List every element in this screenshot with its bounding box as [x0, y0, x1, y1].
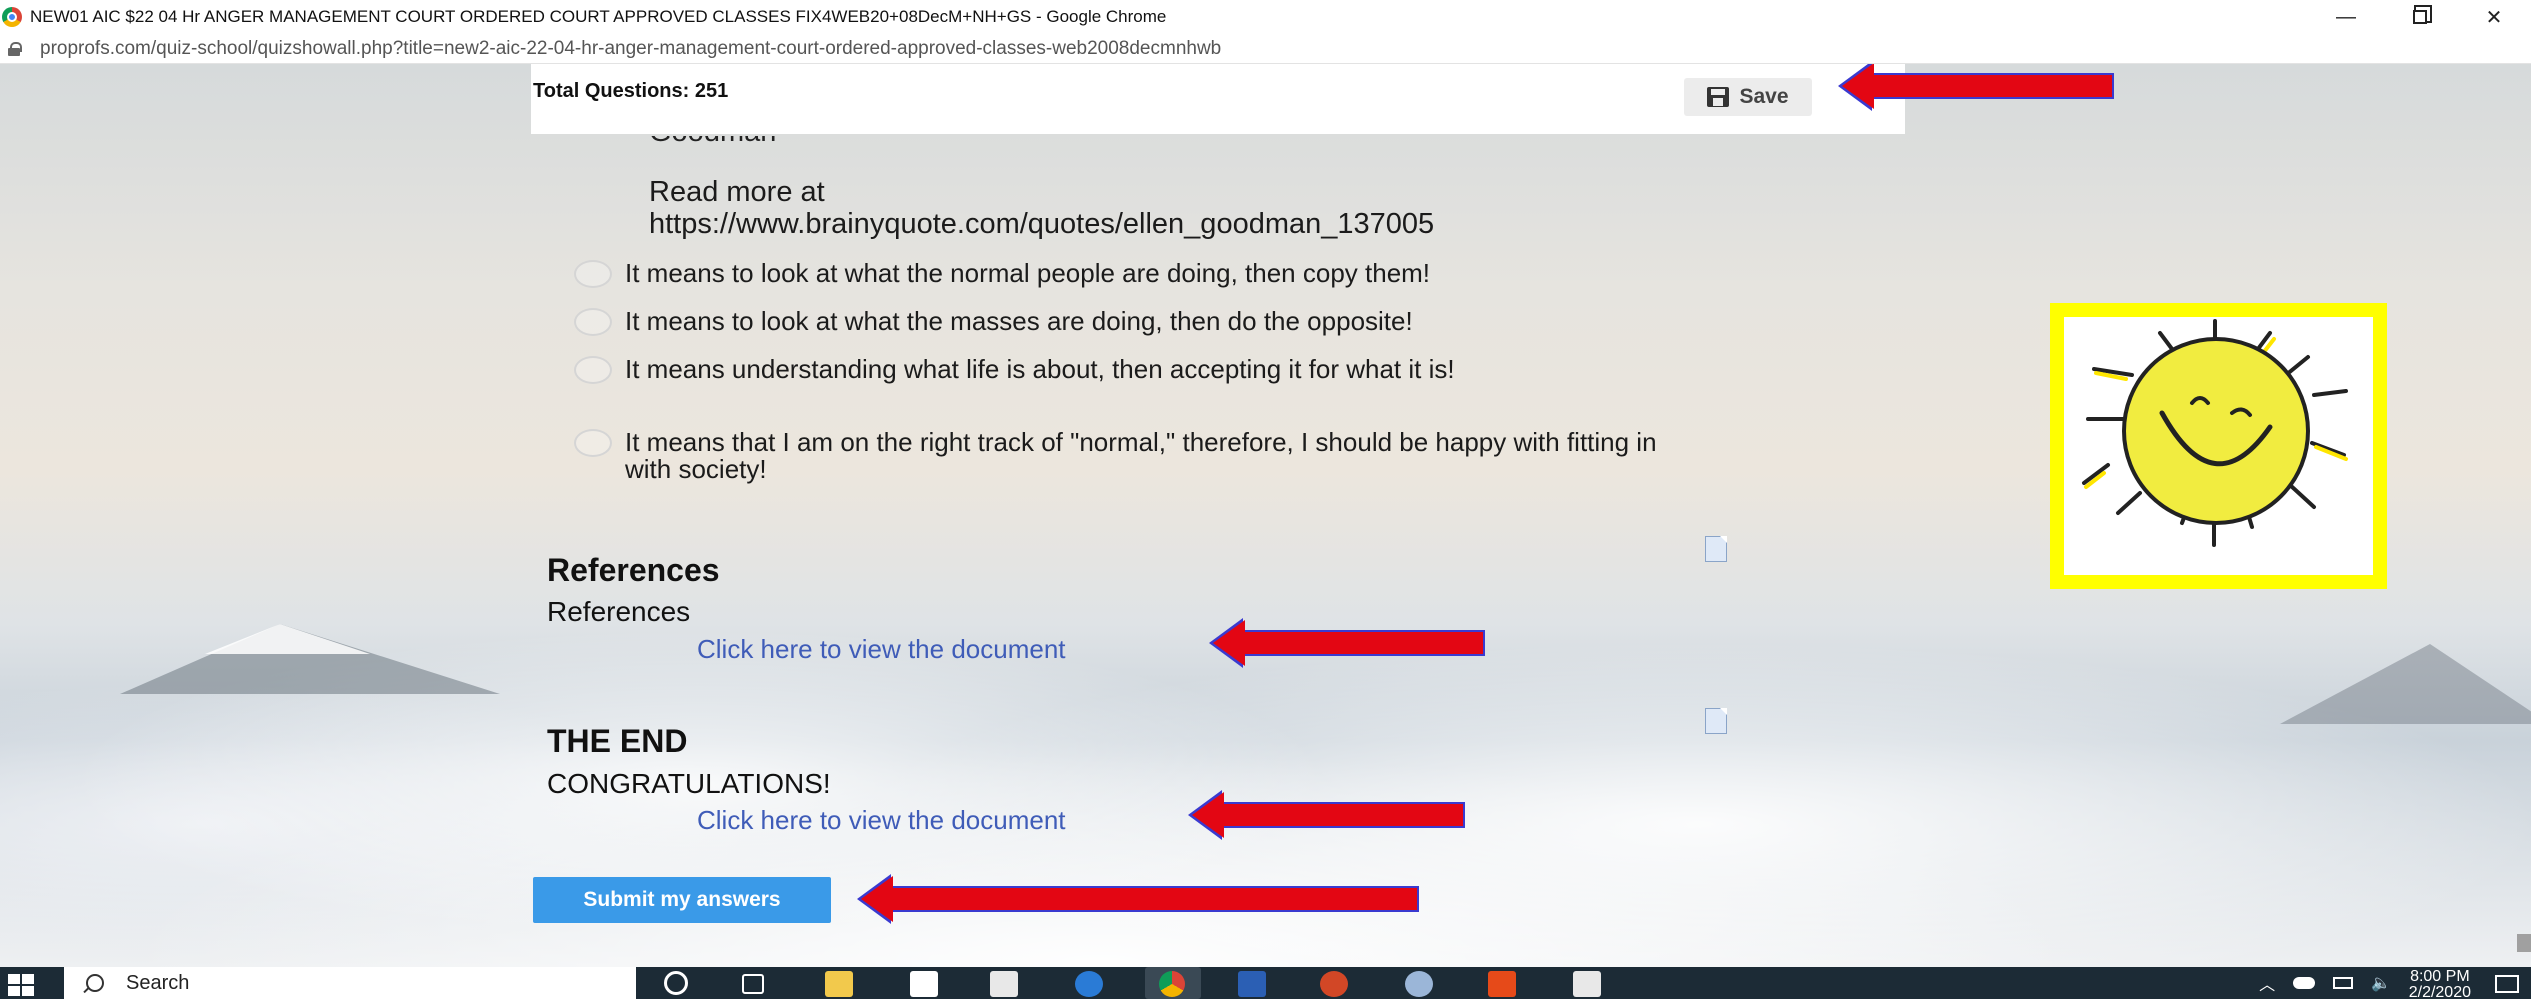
address-bar[interactable]: proprofs.com/quiz-school/quizshowall.php…	[0, 34, 2531, 64]
volume-icon[interactable]: 🔈	[2371, 973, 2391, 993]
radio-button[interactable]	[574, 260, 612, 288]
restore-icon	[2413, 10, 2427, 24]
total-questions: Total Questions: 251	[533, 80, 729, 102]
answer-option-text: It means to look at what the masses are …	[625, 306, 1413, 336]
answer-option-text: It means that I am on the right track of…	[625, 427, 1657, 484]
chrome-taskbar-button[interactable]	[1145, 967, 1201, 999]
view-document-link[interactable]: Click here to view the document	[697, 634, 1066, 665]
read-more-text: Read more at https://www.brainyquote.com…	[649, 176, 1434, 240]
task-view-icon[interactable]	[742, 974, 764, 994]
red-arrow-annotation	[1188, 790, 1465, 840]
save-button[interactable]: Save	[1684, 78, 1812, 116]
taskbar-search-label: Search	[126, 971, 190, 994]
notification-center-icon[interactable]	[2495, 975, 2519, 993]
smiling-sun-image	[2050, 303, 2387, 589]
radio-button[interactable]	[574, 308, 612, 336]
background-mountain	[2280, 644, 2531, 724]
chevron-up-icon[interactable]: ︿	[2259, 971, 2275, 995]
sun-icon	[2082, 319, 2348, 547]
answer-option-text: It means to look at what the normal peop…	[625, 258, 1431, 288]
windows-start-icon[interactable]	[8, 974, 34, 996]
powerpoint-icon[interactable]	[1320, 971, 1348, 997]
answer-option[interactable]: It means understanding what life is abou…	[574, 356, 1715, 384]
congratulations-text: CONGRATULATIONS!	[547, 768, 831, 799]
radio-button[interactable]	[574, 429, 612, 457]
page-content: Goodman Read more at https://www.brainyq…	[0, 64, 2531, 967]
document-icon[interactable]	[1705, 708, 1727, 734]
window-title: NEW01 AIC $22 04 Hr ANGER MANAGEMENT COU…	[30, 7, 1167, 26]
calculator-icon[interactable]	[1573, 971, 1601, 997]
edge-icon[interactable]	[1075, 971, 1103, 997]
url-text[interactable]: proprofs.com/quiz-school/quizshowall.php…	[40, 38, 1221, 60]
clock-date: 2/2/2020	[2408, 984, 2471, 999]
search-icon	[86, 974, 104, 992]
red-arrow-annotation	[1209, 618, 1485, 668]
taskbar-clock[interactable]: 8:00 PM 2/2/2020	[2409, 969, 2471, 999]
references-heading: References	[547, 552, 720, 588]
quote-source-url: https://www.brainyquote.com/quotes/ellen…	[649, 208, 1435, 240]
battery-icon[interactable]	[2333, 977, 2354, 989]
taskbar-search[interactable]: Search	[64, 967, 636, 999]
red-arrow-annotation	[1838, 64, 2114, 111]
the-end-heading: THE END	[547, 723, 688, 759]
clock-time: 8:00 PM	[2410, 968, 2470, 985]
maximize-button[interactable]	[2383, 0, 2457, 34]
view-document-link[interactable]: Click here to view the document	[697, 805, 1066, 836]
references-text: References	[547, 596, 691, 627]
word-icon[interactable]	[1238, 971, 1266, 997]
chrome-logo-icon	[2, 7, 22, 27]
office-icon[interactable]	[1488, 971, 1516, 997]
window-titlebar: NEW01 AIC $22 04 Hr ANGER MANAGEMENT COU…	[0, 0, 2531, 34]
red-arrow-annotation	[857, 874, 1419, 924]
answer-option[interactable]: It means to look at what the masses are …	[574, 308, 1725, 336]
cortana-icon[interactable]	[664, 971, 688, 995]
file-explorer-icon[interactable]	[825, 971, 853, 997]
background-mountain-snow	[205, 624, 370, 654]
chrome-icon	[1159, 971, 1185, 997]
windows-taskbar: Search ︿ 🔈 8:00 PM 2/2/2020	[0, 967, 2531, 999]
answer-option[interactable]: It means to look at what the normal peop…	[574, 260, 1725, 288]
document-icon[interactable]	[1705, 536, 1727, 562]
answer-option[interactable]: It means that I am on the right track of…	[574, 429, 1685, 483]
system-tray: ︿ 🔈	[2259, 967, 2391, 999]
minimize-button[interactable]: —	[2309, 0, 2383, 34]
floppy-disk-icon	[1707, 87, 1730, 107]
scrollbar-thumb[interactable]	[2517, 934, 2531, 952]
read-more-label: Read more at	[649, 176, 825, 208]
lock-icon	[8, 41, 22, 56]
quiz-header: Total Questions: 251 Save	[531, 64, 1905, 134]
paint-icon[interactable]	[1405, 971, 1433, 997]
close-button[interactable]: ✕	[2457, 0, 2531, 34]
mail-icon[interactable]	[990, 971, 1018, 997]
save-label: Save	[1739, 85, 1789, 108]
radio-button[interactable]	[574, 356, 612, 384]
onedrive-icon[interactable]	[2293, 977, 2316, 989]
store-icon[interactable]	[910, 971, 938, 997]
answer-option-text: It means understanding what life is abou…	[625, 354, 1455, 384]
submit-answers-button[interactable]: Submit my answers	[533, 877, 831, 923]
